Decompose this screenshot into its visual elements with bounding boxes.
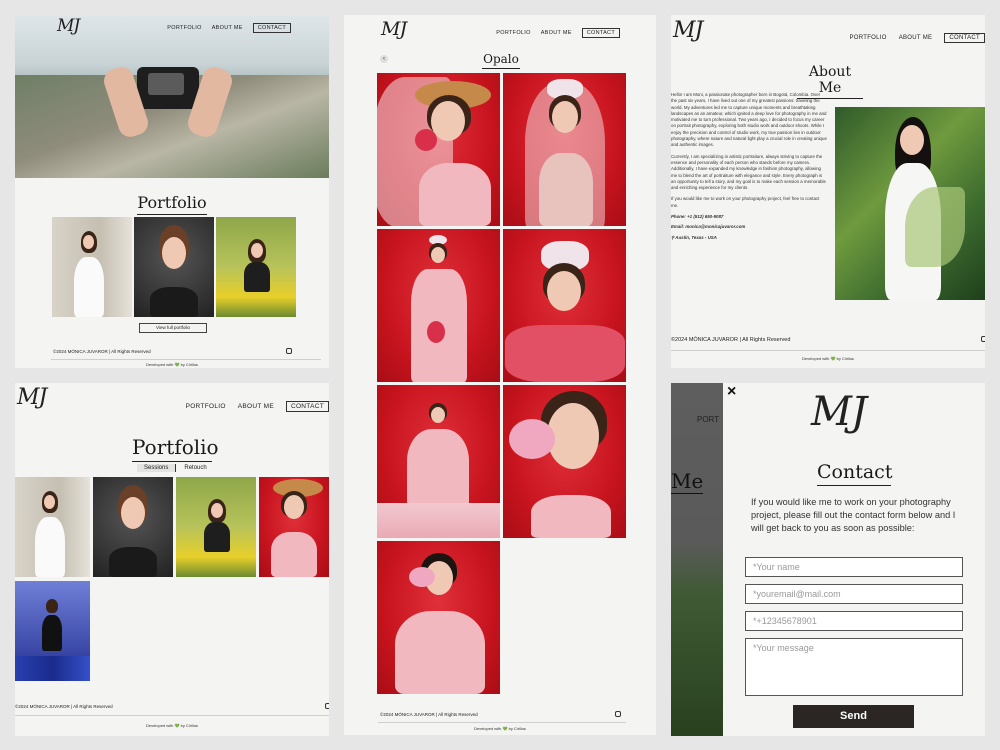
close-icon[interactable]: × <box>727 383 736 401</box>
background-nav-text: PORT <box>697 415 720 424</box>
send-button[interactable]: Send <box>793 705 914 728</box>
opalo-photo-7[interactable] <box>377 541 500 694</box>
nav-about[interactable]: ABOUT ME <box>899 35 933 41</box>
opalo-photo-2[interactable] <box>503 73 626 226</box>
footer-divider <box>378 722 626 723</box>
panel-contact: PORT Me × MJ Contact If you would like m… <box>671 383 985 736</box>
about-location-row: ⚲ Austin, Texas - USA <box>671 235 827 241</box>
developed-by: Developed with 💚 by Cirillus <box>802 356 854 361</box>
about-phone: Phone: +1 (512) 650-9087 <box>671 214 724 220</box>
contact-intro: If you would like me to work on your pho… <box>751 497 956 533</box>
phone-input[interactable]: *+12345678901 <box>745 611 963 631</box>
gallery-title: Opalo <box>482 52 520 69</box>
instagram-icon[interactable] <box>615 711 621 717</box>
portfolio-heading: Portfolio <box>137 193 207 215</box>
main-nav: PORTFOLIO ABOUT ME CONTACT <box>167 23 291 33</box>
about-photo <box>835 107 985 300</box>
gallery-thumb-3[interactable] <box>176 477 256 577</box>
back-button[interactable]: ‹ <box>380 55 388 63</box>
portfolio-tabs: Sessions Retouch <box>137 464 215 472</box>
email-input[interactable]: *youremail@mail.com <box>745 584 963 604</box>
name-input[interactable]: *Your name <box>745 557 963 577</box>
panel-home: MJ PORTFOLIO ABOUT ME CONTACT Portfolio … <box>15 15 329 368</box>
portfolio-thumb-2[interactable] <box>134 217 214 317</box>
panel-opalo: MJ PORTFOLIO ABOUT ME CONTACT ‹ Opalo ©2… <box>344 15 656 735</box>
footer-divider <box>51 359 321 360</box>
about-paragraph-3: If you would like me to work on your pho… <box>671 196 820 208</box>
main-nav: PORTFOLIO ABOUT ME CONTACT <box>849 33 985 43</box>
tab-retouch[interactable]: Retouch <box>176 464 214 472</box>
main-nav: PORTFOLIO ABOUT ME CONTACT <box>186 401 329 412</box>
logo[interactable]: MJ <box>381 18 407 40</box>
main-nav: PORTFOLIO ABOUT ME CONTACT <box>496 28 620 38</box>
portfolio-thumb-1[interactable] <box>52 217 132 317</box>
nav-about[interactable]: ABOUT ME <box>238 403 274 410</box>
nav-about[interactable]: ABOUT ME <box>541 30 572 36</box>
hero-image <box>15 15 329 178</box>
opalo-photo-4[interactable] <box>503 229 626 382</box>
logo[interactable]: MJ <box>57 16 80 36</box>
view-full-portfolio-button[interactable]: View full portfolio <box>139 323 207 333</box>
gallery-thumb-5[interactable] <box>15 581 90 681</box>
nav-portfolio[interactable]: PORTFOLIO <box>186 403 226 410</box>
footer-copyright: ©2024 MÓNICA JUVAROR | All Rights Reserv… <box>15 704 113 709</box>
opalo-photo-3[interactable] <box>377 229 500 382</box>
footer-copyright: ©2024 MÓNICA JUVAROR | All Rights Reserv… <box>380 712 478 717</box>
nav-portfolio[interactable]: PORTFOLIO <box>167 25 201 31</box>
developed-by: Developed with 💚 by Cirillus <box>146 723 198 728</box>
opalo-photo-1[interactable] <box>377 73 500 226</box>
footer-divider <box>15 715 329 716</box>
about-text: Hello! I am Moni, a passionate photograp… <box>671 92 827 241</box>
about-paragraph-1: Hello! I am Moni, a passionate photograp… <box>671 92 827 148</box>
logo: MJ <box>811 389 867 435</box>
instagram-icon[interactable] <box>286 348 292 354</box>
portfolio-heading: Portfolio <box>132 435 219 462</box>
message-input[interactable]: *Your message <box>745 638 963 696</box>
instagram-icon[interactable] <box>981 336 985 342</box>
nav-portfolio[interactable]: PORTFOLIO <box>849 35 886 41</box>
contact-heading: Contact <box>817 461 892 486</box>
about-paragraph-2: Currently, I am specializing in artistic… <box>671 153 826 191</box>
background-heading: Me <box>671 469 704 494</box>
nav-contact-button[interactable]: CONTACT <box>285 401 329 412</box>
about-location: Austin, Texas - USA <box>675 234 717 240</box>
background-page: PORT Me <box>671 383 723 736</box>
tab-sessions[interactable]: Sessions <box>137 464 177 472</box>
footer-copyright: ©2024 MÓNICA JUVAROR | All Rights Reserv… <box>53 349 151 354</box>
about-email[interactable]: Email: monica@monicajuvaror.com <box>671 224 827 230</box>
developed-by: Developed with 💚 by Cirillus <box>474 726 526 731</box>
panel-portfolio: MJ PORTFOLIO ABOUT ME CONTACT Portfolio … <box>15 383 329 736</box>
logo[interactable]: MJ <box>673 18 703 43</box>
contact-modal: × MJ Contact If you would like me to wor… <box>723 383 985 736</box>
nav-contact-button[interactable]: CONTACT <box>252 23 291 33</box>
gallery-thumb-1[interactable] <box>15 477 90 577</box>
instagram-icon[interactable] <box>325 703 329 709</box>
location-pin-icon: ⚲ <box>671 234 675 240</box>
gallery-thumb-4[interactable] <box>259 477 329 577</box>
footer-divider <box>671 350 985 351</box>
footer-copyright: ©2024 MÓNICA JUVAROR | All Rights Reserv… <box>671 337 791 343</box>
nav-about[interactable]: ABOUT ME <box>212 25 243 31</box>
opalo-photo-6[interactable] <box>503 385 626 538</box>
nav-contact-button[interactable]: CONTACT <box>944 33 985 43</box>
developed-by: Developed with 💚 by Cirillus <box>146 362 198 367</box>
portfolio-thumb-3[interactable] <box>216 217 296 317</box>
gallery-thumb-2[interactable] <box>93 477 173 577</box>
nav-portfolio[interactable]: PORTFOLIO <box>496 30 530 36</box>
panel-about: MJ PORTFOLIO ABOUT ME CONTACT About Me H… <box>671 15 985 368</box>
opalo-photo-5[interactable] <box>377 385 500 538</box>
nav-contact-button[interactable]: CONTACT <box>581 28 620 38</box>
logo[interactable]: MJ <box>17 385 47 410</box>
